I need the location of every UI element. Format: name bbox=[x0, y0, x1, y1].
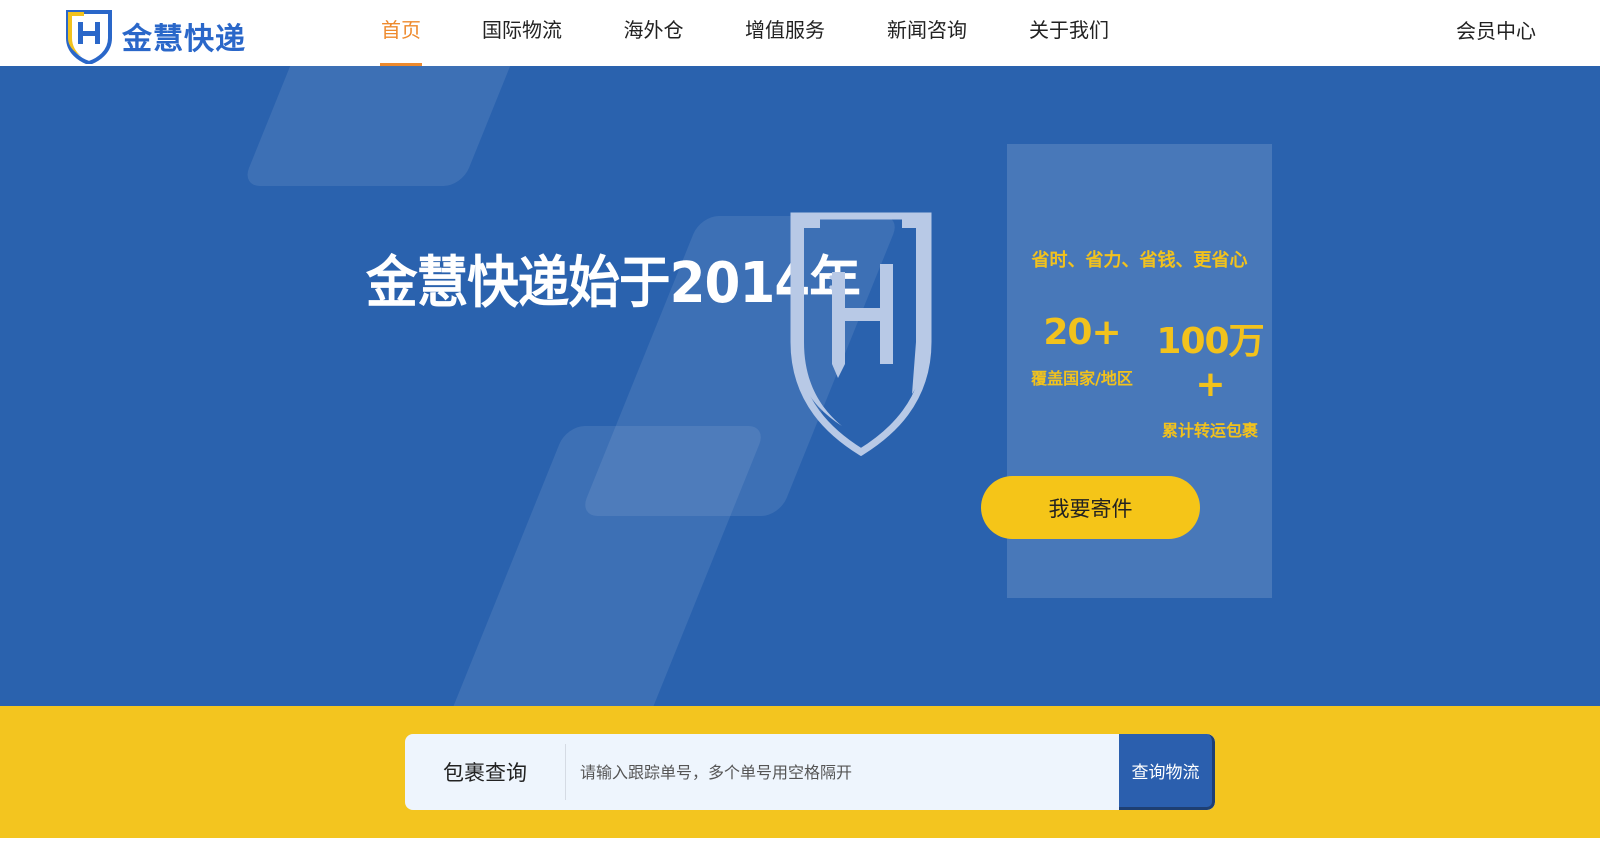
main-nav: 首页 国际物流 海外仓 增值服务 新闻咨询 关于我们 bbox=[360, 0, 1111, 66]
hero-banner: 金慧快递始于2014年 省时、省力、省钱、更省心 20+ 覆盖国家/地区 100… bbox=[0, 66, 1600, 706]
stat-parcels: 100万+ 累计转运包裹 bbox=[1145, 312, 1275, 441]
brand-logo[interactable]: 金慧快递 bbox=[64, 8, 246, 64]
track-logistics-button[interactable]: 查询物流 bbox=[1119, 734, 1215, 810]
stat-label: 累计转运包裹 bbox=[1161, 421, 1258, 440]
hero-decoration bbox=[241, 66, 523, 186]
stat-value: 20+ bbox=[1043, 312, 1121, 353]
tracking-label: 包裹查询 bbox=[443, 761, 527, 785]
nav-about-us[interactable]: 关于我们 bbox=[1027, 0, 1111, 66]
nav-home[interactable]: 首页 bbox=[380, 0, 422, 66]
nav-overseas-warehouse[interactable]: 海外仓 bbox=[622, 0, 685, 66]
member-center-link[interactable]: 会员中心 bbox=[1456, 0, 1536, 66]
top-header: 金慧快递 首页 国际物流 海外仓 增值服务 新闻咨询 关于我们 会员中心 bbox=[0, 0, 1600, 66]
page-body bbox=[0, 838, 1600, 866]
nav-news[interactable]: 新闻咨询 bbox=[885, 0, 969, 66]
stat-value: 100万+ bbox=[1156, 321, 1264, 405]
shield-h-logo-icon bbox=[66, 10, 112, 64]
tracking-number-input[interactable] bbox=[566, 734, 1119, 810]
tracking-section: 包裹查询 查询物流 bbox=[0, 706, 1600, 838]
hero-decoration bbox=[433, 426, 767, 706]
nav-value-added-services[interactable]: 增值服务 bbox=[743, 0, 827, 66]
tracking-box: 包裹查询 查询物流 bbox=[405, 734, 1215, 810]
send-parcel-button[interactable]: 我要寄件 bbox=[981, 476, 1200, 539]
brand-name: 金慧快递 bbox=[122, 22, 246, 57]
stat-countries: 20+ 覆盖国家/地区 bbox=[1017, 312, 1147, 389]
nav-international-logistics[interactable]: 国际物流 bbox=[480, 0, 564, 66]
hero-title: 金慧快递始于2014年 bbox=[366, 251, 861, 316]
shield-h-emblem-icon bbox=[790, 212, 932, 456]
stat-label: 覆盖国家/地区 bbox=[1031, 369, 1133, 388]
slogan: 省时、省力、省钱、更省心 bbox=[1031, 250, 1248, 271]
